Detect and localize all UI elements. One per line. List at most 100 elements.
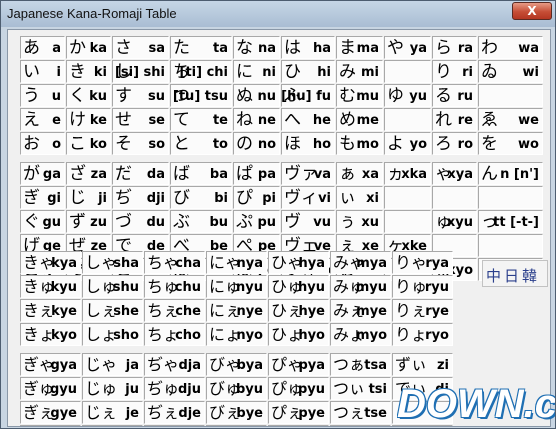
kana-cell[interactable] — [478, 186, 543, 209]
kana-cell[interactable]: みゃ mya — [330, 251, 391, 274]
kana-cell[interactable]: ぎゃ gya — [20, 353, 81, 376]
kana-cell[interactable] — [478, 84, 543, 107]
kana-cell[interactable]: け ke — [66, 108, 111, 131]
kana-cell[interactable]: ぷ pu — [233, 210, 280, 233]
kana-cell[interactable]: ゆ yu — [384, 84, 431, 107]
kana-cell[interactable]: こ ko — [66, 132, 111, 155]
language-switch-button[interactable]: 中日韓 — [482, 260, 548, 287]
kana-cell[interactable]: しゅ shu — [82, 275, 143, 298]
kana-cell[interactable]: ぴょpyo — [268, 425, 329, 426]
kana-cell[interactable]: しゃ sha — [82, 251, 143, 274]
kana-cell[interactable]: ざ za — [66, 162, 111, 185]
kana-cell[interactable]: ぴゅ pyu — [268, 377, 329, 400]
kana-cell[interactable]: せ se — [112, 108, 169, 131]
kana-cell[interactable]: か ka — [66, 36, 111, 59]
kana-cell[interactable]: うu — [20, 84, 65, 107]
kana-cell[interactable]: ゐ wi — [478, 60, 543, 83]
kana-cell[interactable]: と to — [170, 132, 232, 155]
kana-cell[interactable]: き ki — [66, 60, 111, 83]
kana-cell[interactable]: きょ kyo — [20, 323, 81, 346]
kana-cell[interactable]: ちょ cho — [144, 323, 205, 346]
kana-cell[interactable]: しぇ she — [82, 299, 143, 322]
kana-cell[interactable]: ほ ho — [281, 132, 335, 155]
kana-cell[interactable]: ぎゅ gyu — [20, 377, 81, 400]
kana-cell[interactable]: ひ hi — [281, 60, 335, 83]
kana-cell[interactable]: びゃ bya — [206, 353, 267, 376]
kana-cell[interactable]: く ku — [66, 84, 111, 107]
kana-cell[interactable]: ぁ xa — [336, 162, 383, 185]
kana-cell[interactable]: ぢょdjo — [144, 425, 205, 426]
kana-cell[interactable]: ぶ bu — [170, 210, 232, 233]
kana-cell[interactable] — [384, 186, 431, 209]
kana-cell[interactable]: ぢゅ dju — [144, 377, 205, 400]
kana-cell[interactable]: きゅ kyu — [20, 275, 81, 298]
kana-cell[interactable]: しょ sho — [82, 323, 143, 346]
kana-cell[interactable]: や ya — [384, 36, 431, 59]
kana-cell[interactable]: みぇ mye — [330, 299, 391, 322]
kana-cell[interactable]: ちぇ che — [144, 299, 205, 322]
kana-cell[interactable]: きゃ kya — [20, 251, 81, 274]
kana-cell[interactable]: な na — [233, 36, 280, 59]
kana-cell[interactable]: に ni — [233, 60, 280, 83]
kana-cell[interactable]: ぃ xi — [336, 186, 383, 209]
kana-cell[interactable]: ぎょgyo — [20, 425, 81, 426]
kana-cell[interactable]: を wo — [478, 132, 543, 155]
kana-cell[interactable]: ぐ gu — [20, 210, 65, 233]
kana-cell[interactable]: いi — [20, 60, 65, 83]
kana-cell[interactable]: は ha — [281, 36, 335, 59]
kana-cell[interactable]: わ wa — [478, 36, 543, 59]
kana-cell[interactable]: ヴィ vi — [281, 186, 335, 209]
kana-cell[interactable]: っ tt [-t-] — [478, 210, 543, 233]
kana-cell[interactable]: びゅ byu — [206, 377, 267, 400]
kana-cell[interactable]: ひゅ hyu — [268, 275, 329, 298]
kana-cell[interactable]: ず zu — [66, 210, 111, 233]
kana-cell[interactable]: じゅ ju — [82, 377, 143, 400]
kana-cell[interactable]: た ta — [170, 36, 232, 59]
kana-cell[interactable]: ぎ gi — [20, 186, 65, 209]
kana-cell[interactable]: きぇ kye — [20, 299, 81, 322]
kana-cell[interactable]: ぴゃ pya — [268, 353, 329, 376]
kana-cell[interactable]: ぎぇ gye — [20, 401, 81, 424]
kana-cell[interactable]: ひぇ hye — [268, 299, 329, 322]
kana-cell[interactable]: ぢぇ dje — [144, 401, 205, 424]
kana-cell[interactable]: りゅ ryu — [392, 275, 453, 298]
kana-cell[interactable]: びょbyo — [206, 425, 267, 426]
kana-cell[interactable]: じゃ ja — [82, 353, 143, 376]
kana-cell[interactable]: ぬ nu — [233, 84, 280, 107]
kana-cell[interactable]: ば ba — [170, 162, 232, 185]
kana-cell[interactable]: ゃ xya — [432, 162, 477, 185]
kana-cell[interactable]: ろ ro — [432, 132, 477, 155]
kana-cell[interactable]: りぇ rye — [392, 299, 453, 322]
kana-cell[interactable]: も mo — [336, 132, 383, 155]
kana-cell[interactable]: て te — [170, 108, 232, 131]
kana-cell[interactable]: し [si] shi — [112, 60, 169, 83]
kana-cell[interactable]: れ re — [432, 108, 477, 131]
kana-cell[interactable]: ぴ pi — [233, 186, 280, 209]
kana-cell[interactable] — [384, 108, 431, 131]
kana-cell[interactable]: ヴァ va — [281, 162, 335, 185]
kana-cell[interactable]: り ri — [432, 60, 477, 83]
kana-cell[interactable]: が ga — [20, 162, 65, 185]
kana-cell[interactable]: みょ myo — [330, 323, 391, 346]
kana-cell[interactable]: ゅ xyu — [432, 210, 477, 233]
kana-cell[interactable]: び bi — [170, 186, 232, 209]
kana-cell[interactable]: にゅ nyu — [206, 275, 267, 298]
kana-cell[interactable]: ま ma — [336, 36, 383, 59]
kana-cell[interactable]: つぃ tsi — [330, 377, 391, 400]
kana-cell[interactable]: ヴ vu — [281, 210, 335, 233]
kana-cell[interactable]: だ da — [112, 162, 169, 185]
kana-cell[interactable]: ら ra — [432, 36, 477, 59]
kana-cell[interactable] — [384, 60, 431, 83]
kana-cell[interactable]: ぅ xu — [336, 210, 383, 233]
kana-cell[interactable]: よ yo — [384, 132, 431, 155]
kana-cell[interactable]: にぇ nye — [206, 299, 267, 322]
kana-cell[interactable]: ちゃ cha — [144, 251, 205, 274]
kana-cell[interactable]: ち [ti] chi — [170, 60, 232, 83]
kana-cell[interactable]: おo — [20, 132, 65, 155]
kana-cell[interactable]: つぉtso — [330, 425, 391, 426]
kana-cell[interactable]: ひゃ hya — [268, 251, 329, 274]
kana-cell[interactable]: にょ nyo — [206, 323, 267, 346]
kana-cell[interactable] — [432, 186, 477, 209]
kana-cell[interactable]: む mu — [336, 84, 383, 107]
kana-cell[interactable]: みゅ myu — [330, 275, 391, 298]
